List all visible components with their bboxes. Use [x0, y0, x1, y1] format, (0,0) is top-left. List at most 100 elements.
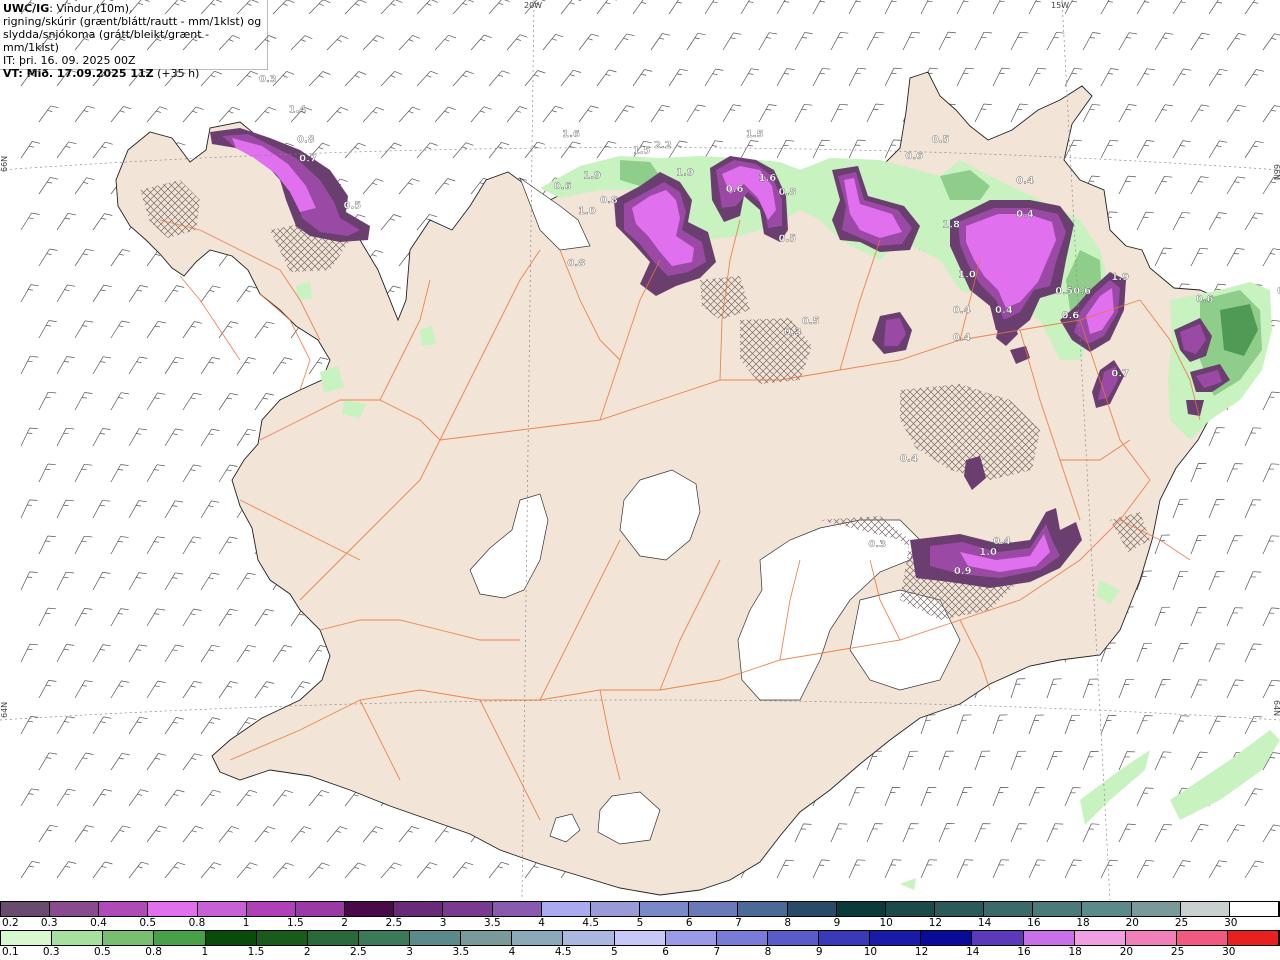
wind-barb	[632, 0, 647, 15]
wind-barb	[434, 34, 457, 51]
wind-barb	[56, 788, 76, 807]
wind-barb	[920, 714, 936, 735]
scale-label: 8	[764, 946, 772, 958]
wind-barb	[1190, 176, 1209, 195]
wind-barb	[362, 106, 385, 123]
wind-barb	[164, 572, 184, 591]
scalebar-snow: 0.2 0.3 0.4 0.5 0.8 1 1.5 2 2.5 3 3.5 4 4.5 5 6 7 8 9 10 12…	[0, 901, 1280, 931]
wind-barb	[722, 32, 742, 51]
wind-barb	[1010, 823, 1027, 843]
wind-barb	[110, 34, 132, 51]
scale-swatch	[972, 931, 1024, 945]
wind-barb	[956, 67, 974, 87]
wind-barb	[200, 285, 221, 303]
scale-swatch	[640, 902, 690, 916]
precip-value-label: 0.5	[932, 135, 950, 146]
wind-barb	[128, 0, 150, 15]
scale-swatch	[563, 931, 615, 945]
wind-barb	[344, 0, 367, 15]
wind-barb	[182, 321, 203, 339]
wind-barb	[596, 141, 617, 159]
wind-barb	[1244, 499, 1262, 519]
scale-label: 9	[815, 946, 823, 958]
wind-barb	[452, 862, 474, 879]
wind-barb	[1208, 860, 1228, 879]
wind-barb	[1208, 68, 1228, 87]
wind-barb	[488, 142, 510, 159]
wind-barb	[560, 141, 581, 159]
wind-barb	[110, 825, 131, 843]
wind-barb	[92, 716, 112, 735]
lat-label-64n-left: 64N	[0, 702, 9, 718]
weather-map[interactable]: 20W 15W 66N 66N 64N 64N 0.3 1.4 0.8 0.7 0.5 1…	[0, 0, 1280, 900]
wind-barb	[20, 643, 38, 663]
wind-barb	[182, 34, 205, 51]
wind-barb	[92, 213, 113, 231]
wind-barb	[1082, 103, 1101, 123]
scale-label: 6	[685, 917, 693, 929]
scale-label: 0.5	[139, 917, 157, 929]
wind-barb	[1064, 714, 1081, 735]
wind-barb	[308, 0, 331, 15]
wind-barb	[470, 34, 492, 51]
wind-barb	[164, 356, 184, 375]
wind-barb	[272, 645, 293, 663]
wind-barb	[290, 826, 312, 843]
scale-swatch	[148, 902, 198, 916]
wind-barb	[1118, 175, 1137, 195]
wind-barb	[614, 105, 635, 123]
wind-barb	[848, 787, 865, 807]
wind-barb	[182, 392, 202, 411]
scale-label: 30	[1222, 946, 1236, 958]
wind-barb	[200, 644, 220, 663]
wind-barb	[1244, 69, 1265, 87]
wind-barb	[164, 644, 184, 663]
scale-label: 3	[439, 917, 447, 929]
wind-barb	[416, 70, 439, 87]
wind-barb	[974, 103, 992, 123]
wind-barb	[1226, 679, 1244, 699]
wind-barb	[128, 789, 149, 807]
wind-barb	[236, 428, 256, 447]
wind-barb	[254, 321, 275, 339]
wind-barb	[902, 823, 919, 843]
scale-swatch	[154, 931, 206, 945]
wind-barb	[1208, 427, 1225, 447]
wind-barb	[1046, 31, 1065, 51]
scale-swatch	[52, 931, 104, 945]
wind-barb	[20, 716, 39, 735]
wind-barb	[992, 67, 1010, 87]
wind-barb	[236, 789, 258, 807]
wind-barb	[1154, 32, 1174, 51]
wind-barb	[1064, 67, 1083, 87]
wind-barb	[20, 355, 39, 375]
wind-barb	[1154, 679, 1171, 699]
wind-barb	[866, 103, 884, 123]
wind-barb	[1244, 0, 1259, 15]
wind-barb	[74, 463, 93, 483]
wind-barb	[398, 826, 420, 843]
wind-barb	[92, 572, 111, 591]
scale-swatch	[205, 931, 257, 945]
precip-value-label: 0.5	[779, 234, 797, 245]
wind-barb	[920, 787, 937, 807]
wind-barb	[1244, 571, 1262, 591]
wind-barb	[956, 787, 973, 807]
wind-barb	[380, 214, 402, 231]
scale-swatch	[1229, 902, 1280, 916]
scale-label: 4	[508, 946, 516, 958]
wind-barb	[830, 103, 849, 123]
wind-barb	[1190, 679, 1208, 699]
precip-value-label: 0.6	[726, 184, 744, 195]
scale-swatch	[819, 931, 871, 945]
wind-barb	[200, 0, 223, 15]
wind-barb	[146, 753, 167, 771]
wind-barb	[128, 572, 147, 591]
lat-label-64n-right: 64N	[1272, 700, 1280, 716]
wind-barb	[1262, 33, 1280, 51]
scale-label: 4.5	[554, 946, 572, 958]
scale-label: 20	[1119, 946, 1134, 958]
scale-label: 5	[636, 917, 644, 929]
scale-swatch	[689, 902, 739, 916]
wind-barb	[56, 284, 76, 303]
